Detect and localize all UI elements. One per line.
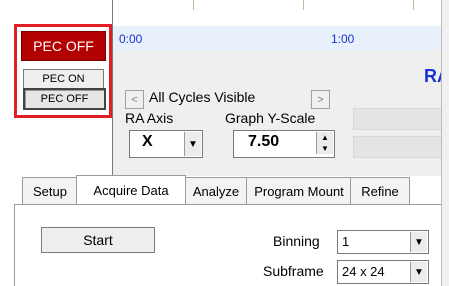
disabled-field: [353, 136, 447, 158]
disabled-field: [353, 108, 447, 130]
graph-header-strip: [112, 0, 449, 26]
subframe-label: Subframe: [263, 263, 324, 279]
y-scale-spinner[interactable]: 7.50 ▲ ▼: [233, 130, 335, 158]
start-button[interactable]: Start: [41, 227, 155, 253]
tab-program-mount[interactable]: Program Mount: [246, 177, 352, 204]
subframe-select[interactable]: 24 x 24 ▼: [337, 260, 429, 284]
tab-setup[interactable]: Setup: [22, 177, 78, 204]
binning-select[interactable]: 1 ▼: [337, 230, 429, 254]
prev-cycle-button[interactable]: <: [125, 90, 144, 109]
ra-axis-value: X: [142, 133, 153, 150]
time-axis-mid: 1:00: [331, 32, 355, 46]
cycles-label: All Cycles Visible: [149, 89, 256, 105]
tab-strip: Setup Acquire Data Analyze Program Mount…: [14, 175, 449, 204]
ra-axis-label: RA Axis: [125, 110, 174, 126]
chevron-down-icon[interactable]: ▼: [410, 262, 427, 282]
pec-on-button[interactable]: PEC ON: [23, 69, 104, 89]
graph-tick: [413, 0, 414, 10]
time-axis-start: 0:00: [119, 32, 143, 46]
pec-status-indicator: PEC OFF: [21, 31, 106, 61]
acquire-data-panel: Start Binning 1 ▼ Subframe 24 x 24 ▼: [14, 204, 449, 286]
subframe-value: 24 x 24: [342, 264, 385, 279]
graph-control-panel: 0:00 1:00 RA < All Cycles Visible > RA A…: [112, 26, 449, 176]
y-scale-value: 7.50: [248, 133, 280, 150]
spin-up-icon[interactable]: ▲: [316, 132, 333, 143]
binning-label: Binning: [273, 233, 320, 249]
graph-tick: [193, 0, 194, 10]
window-right-edge: [441, 0, 449, 286]
chevron-down-icon[interactable]: ▼: [184, 132, 201, 156]
ra-axis-select[interactable]: X ▼: [129, 130, 203, 158]
y-scale-label: Graph Y-Scale: [225, 110, 316, 126]
graph-tick: [303, 0, 304, 10]
next-cycle-button[interactable]: >: [311, 90, 330, 109]
pec-panel: PEC OFF PEC ON PEC OFF: [14, 24, 112, 118]
tab-acquire-data[interactable]: Acquire Data: [76, 175, 186, 204]
time-axis-strip: 0:00 1:00: [113, 26, 449, 50]
tab-refine[interactable]: Refine: [350, 177, 410, 204]
binning-value: 1: [342, 234, 350, 249]
pec-off-button[interactable]: PEC OFF: [23, 88, 106, 110]
tab-analyze[interactable]: Analyze: [184, 177, 248, 204]
chevron-down-icon[interactable]: ▼: [410, 232, 427, 252]
spin-down-icon[interactable]: ▼: [316, 143, 333, 154]
